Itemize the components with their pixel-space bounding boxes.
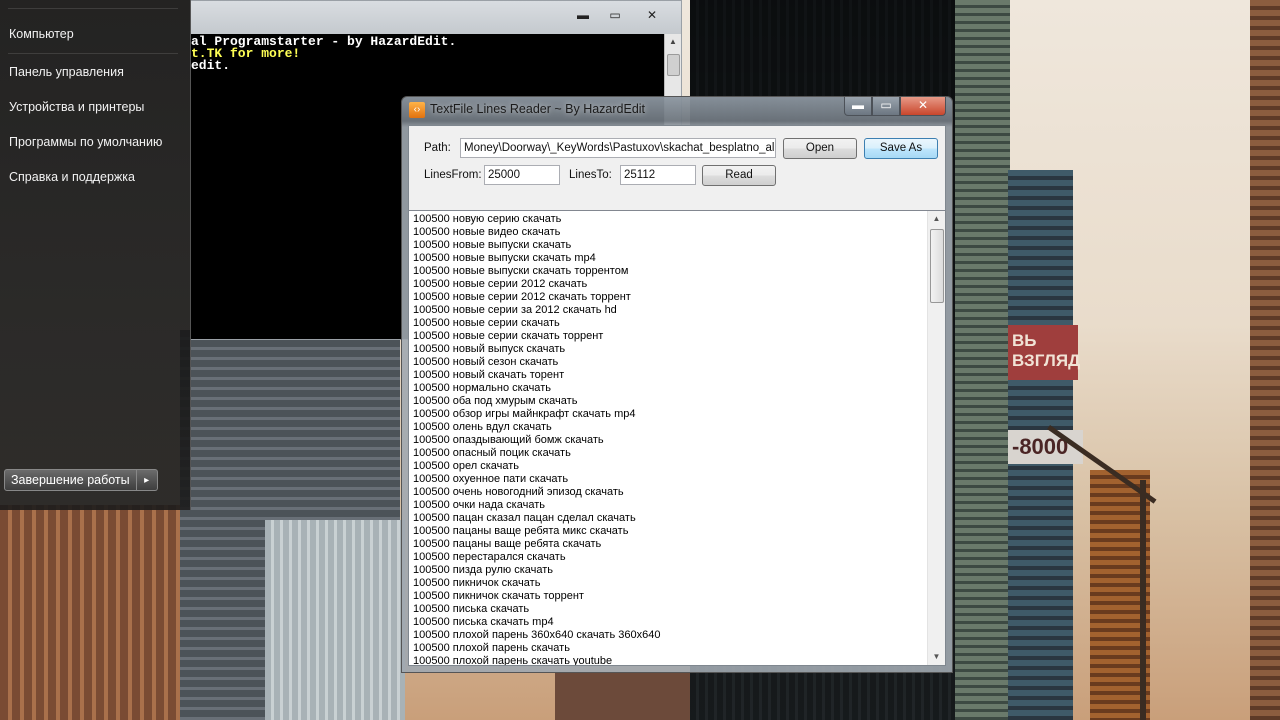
wallpaper-building <box>1250 0 1280 720</box>
list-item: 100500 писька скачать <box>413 603 530 615</box>
list-item: 100500 новые серии скачать <box>413 317 560 329</box>
start-item-computer[interactable]: Компьютер <box>9 27 74 41</box>
maximize-icon[interactable]: ▭ <box>603 7 627 23</box>
start-menu-panel: Компьютер Панель управления Устройства и… <box>0 0 191 510</box>
close-icon[interactable]: ✕ <box>900 97 946 116</box>
list-item: 100500 плохой парень скачать youtube <box>413 655 613 665</box>
maximize-icon[interactable]: ▭ <box>872 97 900 116</box>
list-item: 100500 охуенное пати скачать <box>413 473 569 485</box>
list-item: 100500 писька скачать mp4 <box>413 616 554 628</box>
minimize-icon[interactable]: ▬ <box>844 97 872 116</box>
list-item: 100500 новый скачать торент <box>413 369 565 381</box>
app-icon: ‹› <box>409 102 425 118</box>
list-item: 100500 пикничок скачать торрент <box>413 590 584 602</box>
lines-to-label: LinesTo: <box>569 169 612 181</box>
list-item: 100500 пацаны ваще ребята скачать <box>413 538 602 550</box>
window-controls: ▬ ▭ ✕ <box>844 97 946 116</box>
list-item: 100500 новые серии 2012 скачать торрент <box>413 291 631 303</box>
list-item: 100500 новые серии за 2012 скачать hd <box>413 304 617 316</box>
scroll-down-icon[interactable]: ▼ <box>928 649 945 665</box>
list-item: 100500 пикничок скачать <box>413 577 541 589</box>
scroll-up-icon[interactable]: ▲ <box>928 211 945 227</box>
shutdown-options-icon[interactable]: ▸ <box>136 469 158 491</box>
list-item: 100500 нормально скачать <box>413 382 551 394</box>
list-item: 100500 олень вдул скачать <box>413 421 552 433</box>
list-item: 100500 орел скачать <box>413 460 520 472</box>
menu-divider <box>8 53 178 54</box>
open-button[interactable]: Open <box>783 138 857 159</box>
list-item: 100500 очень новогодний эпизод скачать <box>413 486 624 498</box>
list-item: 100500 обзор игры майнкрафт скачать mp4 <box>413 408 636 420</box>
wallpaper-sign: ВЬ ВЗГЛЯД <box>1008 325 1080 380</box>
list-item: 100500 опасный поцик скачать <box>413 447 571 459</box>
lines-from-label: LinesFrom: <box>424 169 482 181</box>
list-item: 100500 новые видео скачать <box>413 226 561 238</box>
wallpaper-building <box>955 0 1010 720</box>
console-line: t.TK for more! <box>191 46 301 61</box>
list-item: 100500 новый выпуск скачать <box>413 343 566 355</box>
app-client-area: Path: Money\Doorway\_KeyWords\Pastuxov\s… <box>408 125 946 666</box>
path-field[interactable]: Money\Doorway\_KeyWords\Pastuxov\skachat… <box>460 138 776 158</box>
path-label: Path: <box>424 142 451 154</box>
output-scrollbar[interactable]: ▲ ▼ <box>927 211 945 665</box>
close-icon[interactable]: ✕ <box>640 7 664 23</box>
lines-from-field[interactable]: 25000 <box>484 165 560 185</box>
list-item: 100500 новые выпуски скачать mp4 <box>413 252 596 264</box>
scroll-thumb[interactable] <box>667 54 680 76</box>
console-line: edit. <box>191 58 231 73</box>
list-item: 100500 пацан сказал пацан сделал скачать <box>413 512 636 524</box>
scroll-up-icon[interactable]: ▲ <box>665 37 681 51</box>
lines-output-textbox[interactable]: 100500 новую серию скачать 100500 новые в… <box>409 210 945 665</box>
list-item: 100500 новые серии 2012 скачать <box>413 278 588 290</box>
list-item: 100500 пацаны ваще ребята микс скачать <box>413 525 629 537</box>
read-button[interactable]: Read <box>702 165 776 186</box>
list-item: 100500 новый сезон скачать <box>413 356 559 368</box>
list-item: 100500 опаздывающий бомж скачать <box>413 434 604 446</box>
list-item: 100500 очки нада скачать <box>413 499 545 511</box>
list-item: 100500 перестарался скачать <box>413 551 566 563</box>
lines-list: 100500 новую серию скачать 100500 новые в… <box>413 213 927 665</box>
wallpaper-building <box>0 505 180 720</box>
shutdown-button[interactable]: Завершение работы <box>4 469 137 491</box>
app-window[interactable]: ‹› TextFile Lines Reader ~ By HazardEdit… <box>401 96 953 673</box>
wallpaper-crane <box>1140 480 1146 720</box>
list-item: 100500 новые выпуски скачать <box>413 239 572 251</box>
list-item: 100500 пизда рулю скачать <box>413 564 554 576</box>
lines-to-field[interactable]: 25112 <box>620 165 696 185</box>
start-item-default-programs[interactable]: Программы по умолчанию <box>9 135 162 149</box>
shutdown-control: Завершение работы ▸ <box>4 469 158 491</box>
list-item: 100500 новую серию скачать <box>413 213 562 225</box>
start-item-control-panel[interactable]: Панель управления <box>9 65 124 79</box>
minimize-icon[interactable]: ▬ <box>571 7 595 23</box>
menu-divider <box>8 8 178 9</box>
list-item: 100500 плохой парень скачать <box>413 642 570 654</box>
list-item: 100500 оба под хмурым скачать <box>413 395 578 407</box>
list-item: 100500 новые серии скачать торрент <box>413 330 604 342</box>
wallpaper-building <box>555 672 695 720</box>
save-as-button[interactable]: Save As <box>864 138 938 159</box>
wallpaper-building <box>265 520 405 720</box>
start-item-help-support[interactable]: Справка и поддержка <box>9 170 135 184</box>
start-item-devices-printers[interactable]: Устройства и принтеры <box>9 100 144 114</box>
list-item: 100500 новые выпуски скачать торрентом <box>413 265 629 277</box>
window-title: TextFile Lines Reader ~ By HazardEdit <box>430 102 646 116</box>
scroll-thumb[interactable] <box>930 229 944 303</box>
console-titlebar[interactable]: ▬ ▭ ✕ <box>191 1 681 34</box>
list-item: 100500 плохой парень 360x640 скачать 360… <box>413 629 661 641</box>
